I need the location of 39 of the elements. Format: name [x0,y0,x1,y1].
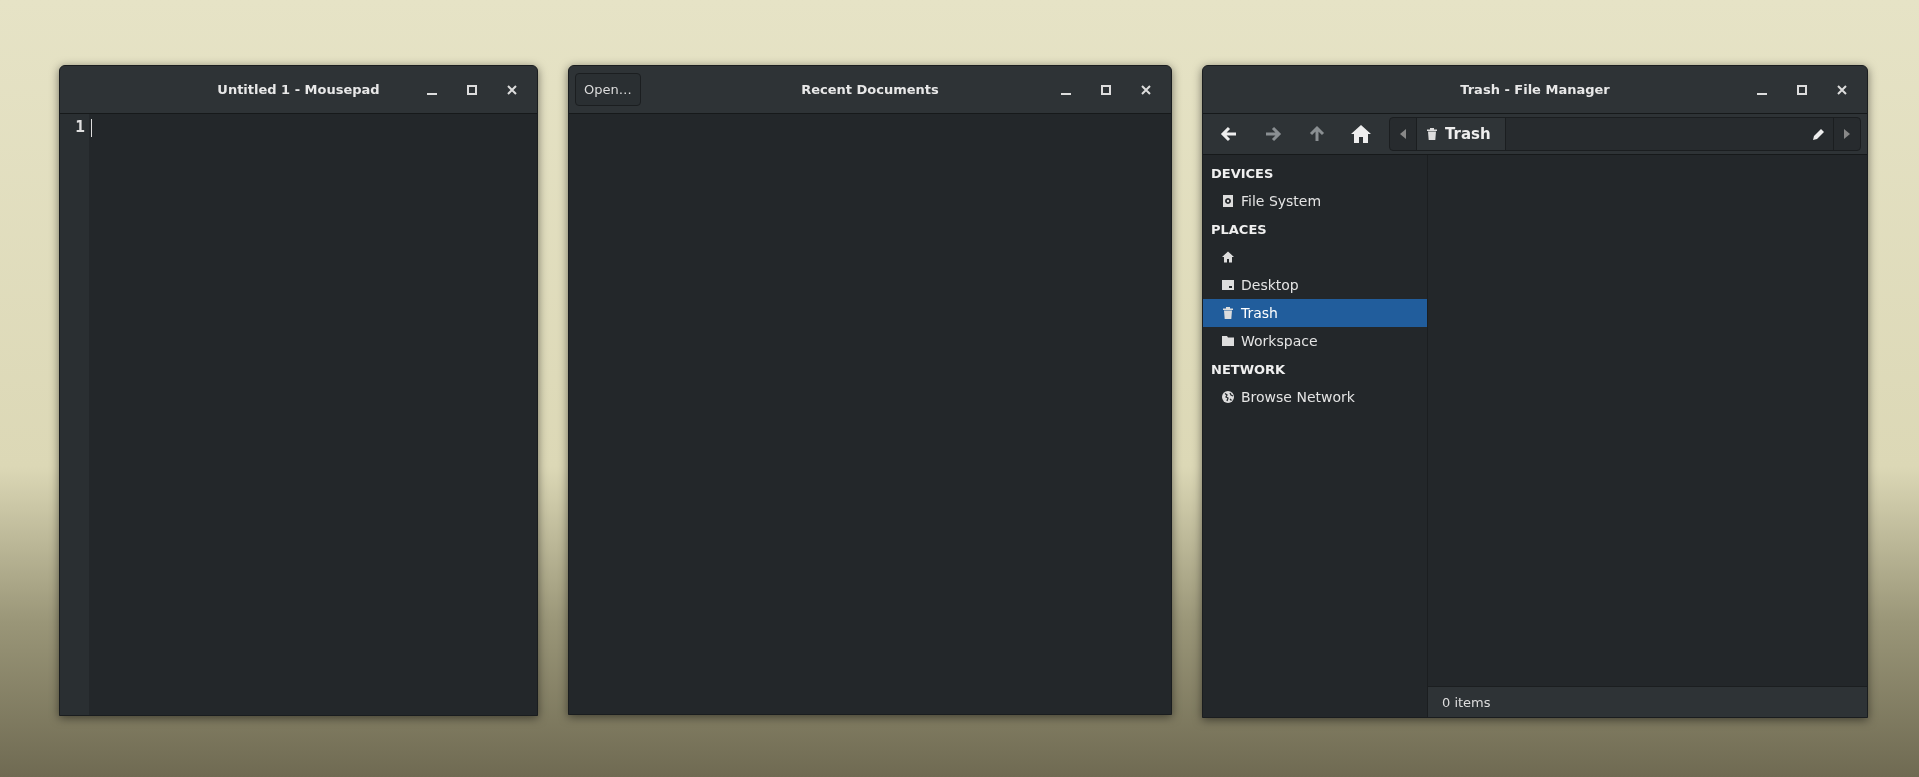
triangle-right-icon [1844,129,1850,139]
trash-icon [1425,127,1439,141]
close-icon [1837,84,1847,95]
sidebar-item[interactable]: File System [1203,187,1427,215]
maximize-icon [1797,84,1807,95]
close-icon [507,84,517,95]
triangle-left-icon [1400,129,1406,139]
path-crumb[interactable]: Trash [1416,118,1506,150]
minimize-icon [427,92,437,95]
arrow-icon [1307,124,1327,144]
trash-icon [1221,306,1235,320]
desktop-icon [1221,278,1235,292]
window-title: Trash - File Manager [1460,82,1610,97]
maximize-icon [1101,84,1111,95]
line-number: 1 [74,117,85,136]
sidebar-item[interactable]: Trash [1203,299,1427,327]
maximize-icon [467,84,477,95]
sidebar-item[interactable]: Workspace [1203,327,1427,355]
home-icon [1221,250,1235,264]
arrow-icon [1263,124,1283,144]
window-title: Recent Documents [801,82,939,97]
home-icon [1350,124,1372,144]
pencil-icon [1811,127,1826,141]
arrow-icon [1219,124,1239,144]
text-cursor [91,119,92,137]
sidebar-heading: DEVICES [1210,164,1275,183]
minimize-icon [1061,92,1071,95]
sidebar-item[interactable]: Desktop [1203,271,1427,299]
sidebar-item[interactable]: Browse Network [1203,383,1427,411]
window-title: Untitled 1 - Mousepad [217,82,380,97]
sidebar-heading: NETWORK [1210,360,1287,379]
status-bar: 0 items [1428,686,1867,717]
minimize-icon [1757,92,1767,95]
folder-icon [1221,334,1235,348]
close-icon [1141,84,1151,95]
open-button[interactable]: Open… [575,73,641,106]
globe-icon [1221,390,1235,404]
sidebar-heading: PLACES [1210,220,1268,239]
disk-drive-icon [1221,194,1235,208]
